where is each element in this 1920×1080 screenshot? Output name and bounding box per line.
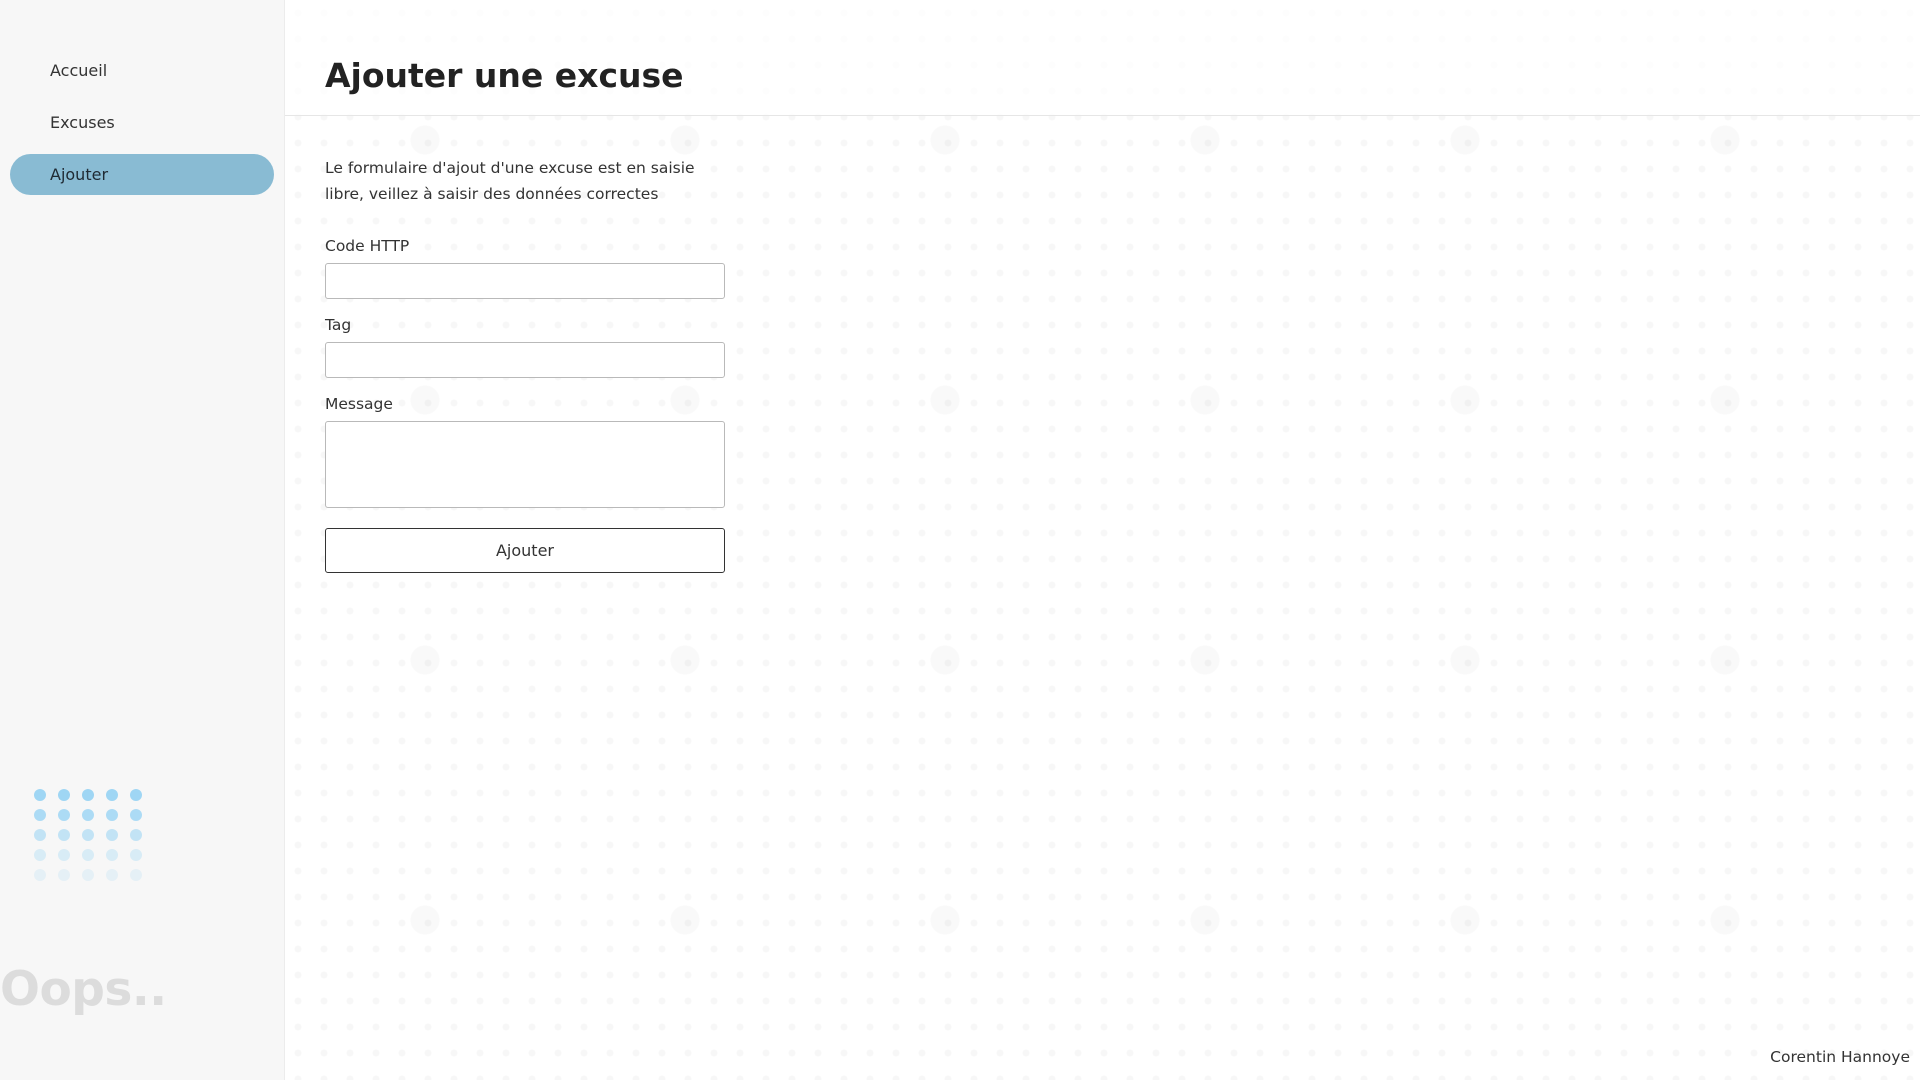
sidebar-item-ajouter[interactable]: Ajouter <box>10 154 274 195</box>
main-content: Ajouter une excuse Le formulaire d'ajout… <box>285 0 1920 1080</box>
page-header: Ajouter une excuse <box>285 0 1920 116</box>
message-label: Message <box>325 395 393 413</box>
sidebar-item-label: Ajouter <box>50 165 109 184</box>
sidebar-nav: Accueil Excuses Ajouter <box>10 50 274 206</box>
brand-logo-text: Oops.. <box>0 962 167 1017</box>
form-intro-text: Le formulaire d'ajout d'une excuse est e… <box>325 159 695 203</box>
tag-label: Tag <box>325 316 352 334</box>
add-excuse-form: Code HTTP Tag Message Ajouter <box>325 237 725 573</box>
sidebar-item-label: Accueil <box>50 61 108 80</box>
tag-input[interactable] <box>325 342 725 378</box>
message-textarea[interactable] <box>325 421 725 508</box>
page-title: Ajouter une excuse <box>325 56 684 95</box>
form-section: Le formulaire d'ajout d'une excuse est e… <box>325 155 725 573</box>
app: Accueil Excuses Ajouter Oops.. Ajouter u… <box>0 0 1920 1080</box>
footer-author: Corentin Hannoye <box>1770 1048 1910 1066</box>
sidebar-item-accueil[interactable]: Accueil <box>10 50 274 91</box>
sidebar-item-label: Excuses <box>50 113 115 132</box>
decorative-dots <box>34 789 142 881</box>
add-button[interactable]: Ajouter <box>325 528 725 573</box>
sidebar-item-excuses[interactable]: Excuses <box>10 102 274 143</box>
code-http-input[interactable] <box>325 263 725 299</box>
sidebar: Accueil Excuses Ajouter Oops.. <box>0 0 285 1080</box>
code-http-label: Code HTTP <box>325 237 410 255</box>
